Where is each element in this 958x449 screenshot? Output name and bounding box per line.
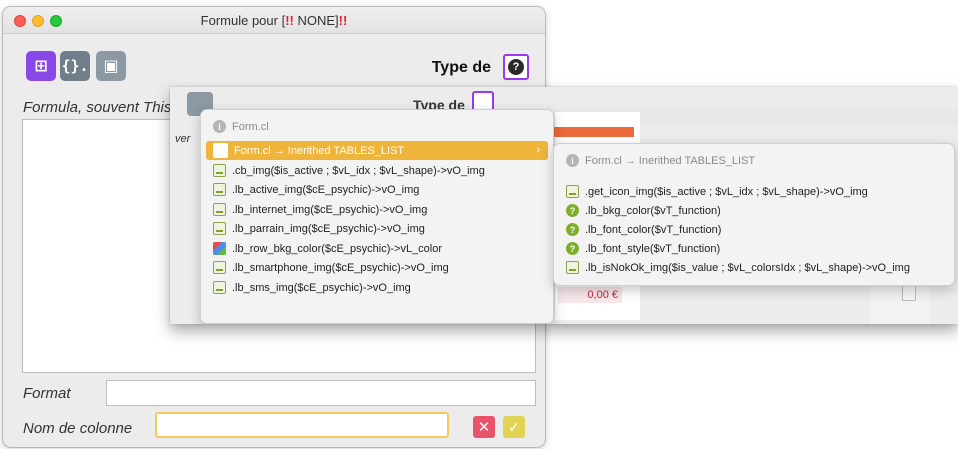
check-icon: ✓ <box>508 418 520 435</box>
image-icon <box>566 185 579 198</box>
function-icon <box>566 223 579 236</box>
autocomplete-overlay: ver Type de 0,00 € i Form.cl Form.cl → I… <box>170 87 958 324</box>
cancel-button[interactable]: ✕ <box>473 416 495 438</box>
submenu-item[interactable]: .lb_font_style($vT_function) <box>559 239 720 258</box>
book-button[interactable]: ▣ <box>96 51 126 81</box>
column-name-label: Nom de colonne <box>23 420 133 437</box>
format-label: Format <box>23 385 71 402</box>
submenu-header-label: Form.cl → Inerithed TABLES_LIST <box>585 154 756 167</box>
warning-bang-icon: !! <box>338 13 348 28</box>
submenu-item[interactable]: .lb_isNokOk_img($is_value ; $vL_colorsId… <box>559 258 910 277</box>
braces-icon: {}. <box>61 57 89 75</box>
info-icon: i <box>213 120 226 133</box>
image-icon <box>213 281 226 294</box>
function-icon <box>566 242 579 255</box>
menu-item-label: .lb_active_img($cE_psychic)->vO_img <box>232 183 420 196</box>
close-icon: ✕ <box>477 419 491 436</box>
inherited-members-submenu: i Form.cl → Inerithed TABLES_LIST .get_i… <box>553 143 955 286</box>
menu-item-label: .lb_smartphone_img($cE_psychic)->vO_img <box>232 261 449 274</box>
background-orange-bar <box>554 127 634 137</box>
menu-item[interactable]: .lb_active_img($cE_psychic)->vO_img <box>206 180 419 199</box>
title-prefix: Formule pour [ <box>200 13 286 28</box>
menu-item-label: .lb_parrain_img($cE_psychic)->vO_img <box>232 222 425 235</box>
window-title: Formule pour [!! NONE]!! <box>3 13 545 28</box>
menu-header-label: Form.cl <box>232 120 269 133</box>
menu-item-inherited-tables-list[interactable]: Form.cl → Inerithed TABLES_LIST › <box>206 141 548 160</box>
behind-label-fragment: ver <box>175 133 191 145</box>
book-icon: ▣ <box>103 58 119 75</box>
function-icon <box>566 204 579 217</box>
validate-button[interactable]: ✓ <box>503 416 525 438</box>
formula-label: Formula, souvent This. <box>23 99 176 116</box>
image-icon <box>566 261 579 274</box>
image-icon <box>213 183 226 196</box>
type-selector[interactable]: ? <box>503 54 529 80</box>
image-icon <box>213 222 226 235</box>
class-members-menu: i Form.cl Form.cl → Inerithed TABLES_LIS… <box>200 109 554 324</box>
image-icon <box>213 164 226 177</box>
menu-item-label: .lb_sms_img($cE_psychic)->vO_img <box>232 281 411 294</box>
column-name-input[interactable] <box>155 412 449 438</box>
image-icon <box>213 261 226 274</box>
table-field-button[interactable]: ⊞ <box>26 51 56 81</box>
menu-item-label: .lb_row_bkg_color($cE_psychic)->vL_color <box>232 242 443 255</box>
menu-item[interactable]: .lb_sms_img($cE_psychic)->vO_img <box>206 278 411 297</box>
list-icon <box>213 143 228 158</box>
submenu-header: i Form.cl → Inerithed TABLES_LIST <box>566 154 755 167</box>
submenu-item-label: .lb_isNokOk_img($is_value ; $vL_colorsId… <box>585 261 910 274</box>
info-icon: i <box>566 154 579 167</box>
menu-item[interactable]: .lb_internet_img($cE_psychic)->vO_img <box>206 200 427 219</box>
menu-item-label: .cb_img($is_active ; $vL_idx ; $vL_shape… <box>232 164 485 177</box>
type-label: Type de <box>431 59 491 76</box>
menu-item[interactable]: .lb_smartphone_img($cE_psychic)->vO_img <box>206 258 449 277</box>
warning-bang-icon: !! <box>285 13 294 28</box>
submenu-item[interactable]: .get_icon_img($is_active ; $vL_idx ; $vL… <box>559 182 868 201</box>
submenu-item-label: .lb_bkg_color($vT_function) <box>585 204 721 217</box>
menu-item[interactable]: .lb_row_bkg_color($cE_psychic)->vL_color <box>206 239 442 258</box>
menu-item[interactable]: .cb_img($is_active ; $vL_idx ; $vL_shape… <box>206 161 485 180</box>
question-icon: ? <box>508 59 524 75</box>
color-icon <box>213 242 226 255</box>
menu-item-label: .lb_internet_img($cE_psychic)->vO_img <box>232 203 428 216</box>
object-button[interactable]: {}. <box>60 51 90 81</box>
submenu-item[interactable]: .lb_font_color($vT_function) <box>559 220 721 239</box>
menu-item[interactable]: .lb_parrain_img($cE_psychic)->vO_img <box>206 219 425 238</box>
submenu-item-label: .get_icon_img($is_active ; $vL_idx ; $vL… <box>585 185 868 198</box>
menu-item-label: Form.cl → Inerithed TABLES_LIST <box>234 144 405 157</box>
submenu-item[interactable]: .lb_bkg_color($vT_function) <box>559 201 721 220</box>
background-column <box>870 282 930 324</box>
background-amount-cell: 0,00 € <box>558 287 622 303</box>
format-input[interactable] <box>106 380 536 406</box>
menu-header: i Form.cl <box>213 120 269 133</box>
title-bar[interactable]: Formule pour [!! NONE]!! <box>3 7 545 34</box>
chevron-right-icon: › <box>536 144 540 156</box>
title-middle: NONE] <box>293 13 339 28</box>
submenu-item-label: .lb_font_color($vT_function) <box>585 223 722 236</box>
table-icon: ⊞ <box>34 58 48 75</box>
submenu-item-label: .lb_font_style($vT_function) <box>585 242 721 255</box>
image-icon <box>213 203 226 216</box>
